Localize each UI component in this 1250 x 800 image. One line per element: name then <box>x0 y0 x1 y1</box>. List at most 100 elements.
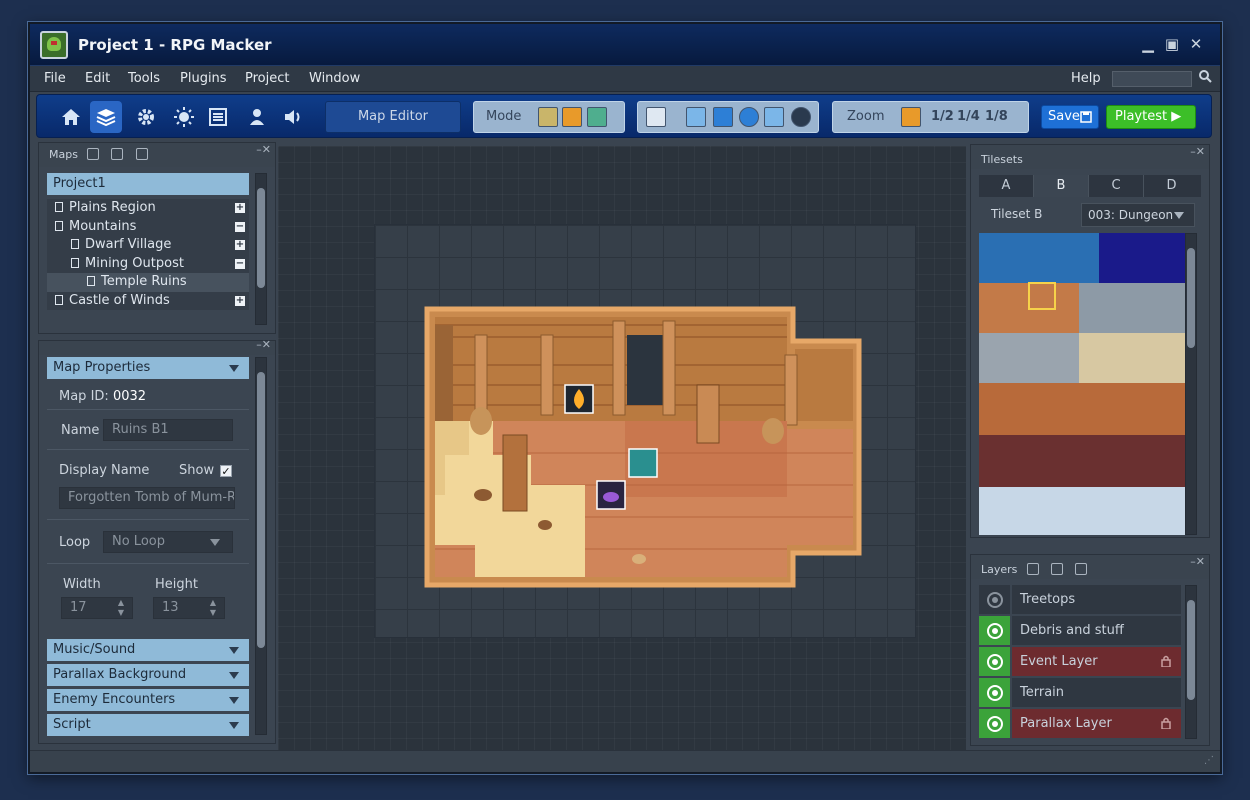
map-grid[interactable] <box>374 224 916 638</box>
expand-icon[interactable]: + <box>235 203 245 213</box>
menu-window[interactable]: Window <box>309 71 360 86</box>
close-icon[interactable]: ✕ <box>1188 36 1204 52</box>
stepper-arrows-icon[interactable]: ▲ ▼ <box>118 598 124 618</box>
menu-project[interactable]: Project <box>245 71 289 86</box>
undo-icon[interactable] <box>646 107 666 127</box>
document-icon <box>55 220 63 231</box>
collapse-icon[interactable]: − <box>235 258 245 269</box>
menu-help[interactable]: Help <box>1071 71 1101 86</box>
save-button[interactable]: Save <box>1041 105 1099 129</box>
search-icon[interactable] <box>1198 69 1212 83</box>
fill-icon[interactable] <box>764 107 784 127</box>
tree-item-mining-outpost[interactable]: Mining Outpost − <box>47 254 249 273</box>
layers-scrollbar[interactable] <box>1185 585 1197 739</box>
panel-controls-icon[interactable]: –✕ <box>1190 555 1205 568</box>
mode-tile-icon[interactable] <box>538 107 558 127</box>
resize-grip-icon[interactable]: ⋰ <box>1204 755 1214 766</box>
accordion-parallax-background[interactable]: Parallax Background <box>47 664 249 686</box>
zoom-eighth-option[interactable]: 1/8 <box>985 109 1008 124</box>
tab-b[interactable]: B <box>1034 175 1089 197</box>
speaker-icon[interactable] <box>277 101 309 133</box>
properties-scrollbar[interactable] <box>255 357 267 735</box>
help-search-input[interactable] <box>1112 71 1192 87</box>
zoom-quarter-option[interactable]: 1/4 <box>957 109 980 124</box>
display-name-field[interactable]: Forgotten Tomb of Mum-Ra <box>59 487 235 509</box>
copy-layer-icon[interactable] <box>1051 563 1063 575</box>
accordion-map-properties[interactable]: Map Properties <box>47 357 249 379</box>
maps-scroll-thumb[interactable] <box>257 188 265 288</box>
home-icon[interactable] <box>55 101 87 133</box>
panel-controls-icon[interactable]: –✕ <box>256 143 271 156</box>
collapse-icon[interactable]: − <box>235 221 245 232</box>
layers-scroll-thumb[interactable] <box>1187 600 1195 700</box>
accordion-enemy-encounters[interactable]: Enemy Encounters <box>47 689 249 711</box>
layer-row-event-layer[interactable]: Event Layer <box>979 647 1181 676</box>
properties-scroll-thumb[interactable] <box>257 372 265 648</box>
expand-icon[interactable]: + <box>235 295 245 306</box>
height-stepper[interactable]: 13 ▲ ▼ <box>153 597 225 619</box>
accordion-script[interactable]: Script <box>47 714 249 736</box>
shadow-pen-icon[interactable] <box>791 107 811 127</box>
layers-tool-icon[interactable] <box>90 101 122 133</box>
panel-controls-icon[interactable]: –✕ <box>1190 145 1205 158</box>
menu-file[interactable]: File <box>44 71 66 86</box>
playtest-button[interactable]: Playtest ▶ <box>1106 105 1196 129</box>
tab-c[interactable]: C <box>1089 175 1144 197</box>
add-layer-icon[interactable] <box>1027 563 1039 575</box>
loop-select[interactable]: No Loop <box>103 531 233 553</box>
eye-icon[interactable] <box>979 585 1010 614</box>
list-icon[interactable] <box>202 101 234 133</box>
eye-icon[interactable] <box>979 709 1010 738</box>
menu-edit[interactable]: Edit <box>85 71 110 86</box>
copy-map-icon[interactable] <box>111 148 123 160</box>
layer-row-treetops[interactable]: Treetops <box>979 585 1181 614</box>
ellipse-icon[interactable] <box>739 107 759 127</box>
layer-row-terrain[interactable]: Terrain <box>979 678 1181 707</box>
mode-event-icon[interactable] <box>562 107 582 127</box>
tileset-select[interactable]: 003: Dungeon <box>1081 203 1195 227</box>
maps-scrollbar[interactable] <box>255 173 267 325</box>
lock-icon[interactable] <box>1161 717 1171 729</box>
add-map-icon[interactable] <box>87 148 99 160</box>
eye-icon[interactable] <box>979 678 1010 707</box>
delete-map-icon[interactable] <box>136 148 148 160</box>
delete-layer-icon[interactable] <box>1075 563 1087 575</box>
minimize-icon[interactable]: ▁ <box>1140 36 1156 52</box>
tilesets-scroll-thumb[interactable] <box>1187 248 1195 348</box>
pencil-icon[interactable] <box>686 107 706 127</box>
eye-icon[interactable] <box>979 647 1010 676</box>
zoom-group: Zoom 1/2 1/4 1/8 <box>832 101 1029 133</box>
width-stepper[interactable]: 17 ▲ ▼ <box>61 597 133 619</box>
accordion-music-sound[interactable]: Music/Sound <box>47 639 249 661</box>
panel-controls-icon[interactable]: –✕ <box>256 338 271 351</box>
tab-a[interactable]: A <box>979 175 1034 197</box>
maximize-icon[interactable]: ▣ <box>1164 36 1180 52</box>
tree-item-castle-of-winds[interactable]: Castle of Winds + <box>47 291 249 310</box>
layer-row-debris-and-stuff[interactable]: Debris and stuff <box>979 616 1181 645</box>
zoom-half-option[interactable]: 1/2 <box>931 109 954 124</box>
tree-item-dwarf-village[interactable]: Dwarf Village + <box>47 236 249 255</box>
stepper-arrows-icon[interactable]: ▲ ▼ <box>210 598 216 618</box>
zoom-full-icon[interactable] <box>901 107 921 127</box>
gear-icon[interactable] <box>130 101 162 133</box>
show-checkbox[interactable]: ✓ <box>220 465 232 477</box>
rectangle-icon[interactable] <box>713 107 733 127</box>
lock-icon[interactable] <box>1161 655 1171 667</box>
tree-item-temple-ruins[interactable]: Temple Ruins <box>47 273 249 292</box>
tree-item-mountains[interactable]: Mountains − <box>47 217 249 236</box>
chevron-down-icon <box>229 697 239 704</box>
layer-row-parallax-layer[interactable]: Parallax Layer <box>979 709 1181 738</box>
name-field[interactable]: Ruins B1 <box>103 419 233 441</box>
tilesets-scrollbar[interactable] <box>1185 233 1197 535</box>
menu-tools[interactable]: Tools <box>128 71 160 86</box>
tree-root-project[interactable]: Project1 <box>47 173 249 195</box>
mode-region-icon[interactable] <box>587 107 607 127</box>
eye-icon[interactable] <box>979 616 1010 645</box>
tile-palette[interactable] <box>979 233 1185 535</box>
menu-plugins[interactable]: Plugins <box>180 71 227 86</box>
expand-icon[interactable]: + <box>235 240 245 250</box>
sun-icon[interactable] <box>168 101 200 133</box>
user-icon[interactable] <box>241 101 273 133</box>
tree-item-plains-region[interactable]: Plains Region + <box>47 199 249 218</box>
tab-d[interactable]: D <box>1144 175 1199 197</box>
